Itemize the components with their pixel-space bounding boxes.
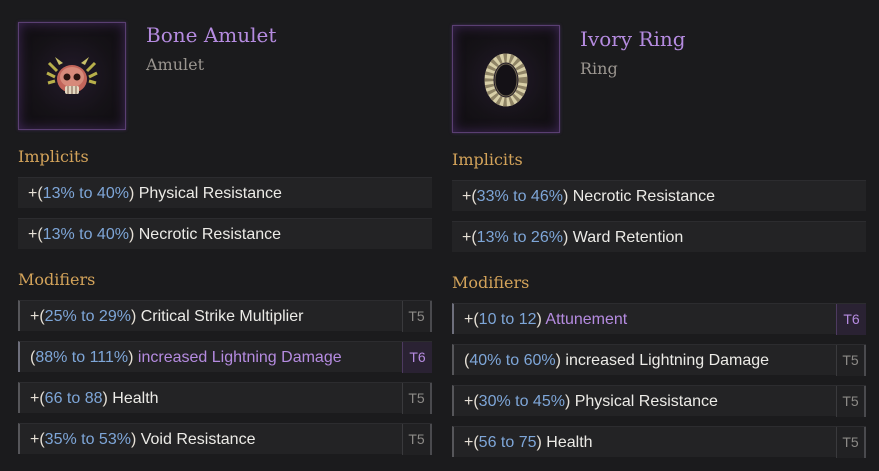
skull-amulet-icon [46,57,98,94]
modifier-row[interactable]: (88% to 111%) increased Lightning Damage… [18,341,432,373]
item-header: Bone Amulet Amulet [18,0,434,130]
item-name: Bone Amulet [146,23,277,47]
tier-badge: T5 [836,427,866,458]
item-name: Ivory Ring [580,27,686,51]
modifier-row[interactable]: +(25% to 29%) Critical Strike Multiplier… [18,300,432,332]
tier-badge: T5 [402,424,432,455]
tier-badge: T5 [402,301,432,332]
item-icon-frame[interactable] [452,25,560,133]
implicits-title: Implicits [18,147,89,166]
item-icon-frame[interactable] [18,22,126,130]
implicit-row: +(33% to 46%) Necrotic Resistance [452,180,866,211]
implicit-row: +(13% to 40%) Necrotic Resistance [18,218,432,249]
modifier-row[interactable]: +(66 to 88) Health T5 [18,382,432,414]
modifier-row[interactable]: (40% to 60%) increased Lightning Damage … [452,344,866,376]
item-tooltip-bone-amulet: Bone Amulet Amulet Implicits +(13% to 40… [18,0,434,455]
modifier-row[interactable]: +(30% to 45%) Physical Resistance T5 [452,385,866,417]
item-type: Ring [580,59,618,78]
tier-badge: T5 [836,345,866,376]
implicits-title: Implicits [452,150,523,169]
item-type: Amulet [146,55,205,74]
modifier-row[interactable]: +(10 to 12) Attunement T6 [452,303,866,335]
tier-badge: T6 [402,342,432,373]
ring-icon [484,53,528,107]
modifier-row[interactable]: +(56 to 75) Health T5 [452,426,866,458]
tier-badge: T5 [402,383,432,414]
modifier-row[interactable]: +(35% to 53%) Void Resistance T5 [18,423,432,455]
implicit-row: +(13% to 26%) Ward Retention [452,221,866,252]
item-tooltip-ivory-ring: Ivory Ring Ring Implicits +(33% to 46%) … [452,0,868,458]
item-header: Ivory Ring Ring [452,0,868,133]
modifiers-title: Modifiers [452,273,530,292]
tier-badge: T6 [836,304,866,335]
tier-badge: T5 [836,386,866,417]
modifiers-title: Modifiers [18,270,96,289]
implicit-row: +(13% to 40%) Physical Resistance [18,177,432,208]
